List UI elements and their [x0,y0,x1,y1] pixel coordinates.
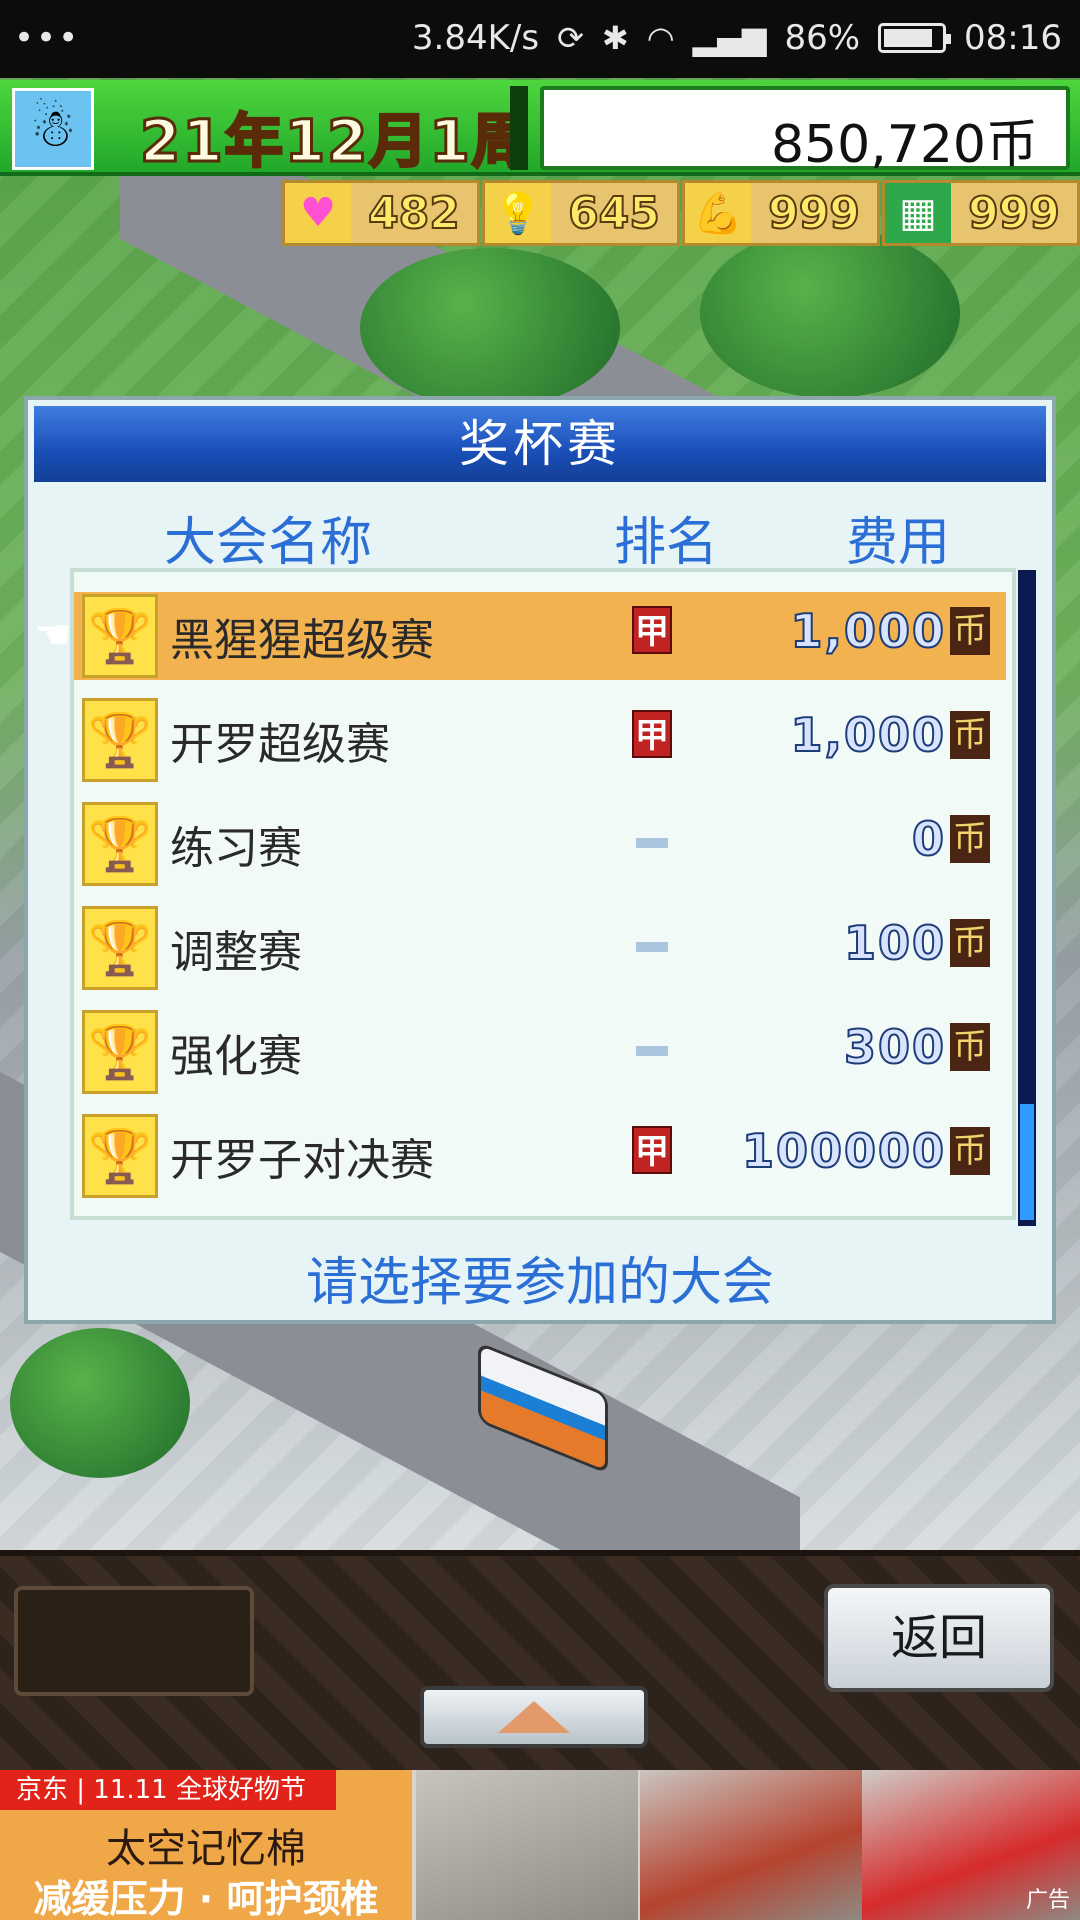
coin-icon: 币 [950,1127,990,1175]
battery-percent: 86% [784,18,861,58]
list-scrollbar[interactable] [1018,570,1036,1226]
trophy-icon: 🏆 [82,1114,158,1198]
rank-dash [630,918,674,974]
signal-icon: ▂▄▆ [692,19,767,57]
selection-hint: 请选择要参加的大会 [305,1253,774,1313]
stats-bar: ♥ 482 💡 645 💪 999 ▦ 999 [282,180,1080,246]
coin-icon: 币 [950,711,990,759]
rank-dash [630,1022,674,1078]
stat-value: 999 [967,187,1061,240]
column-header-name: 大会名称 [164,513,373,573]
heart-icon: ♥ [285,183,351,243]
column-header-rank: 排名 [614,513,719,573]
stat-value: 482 [367,187,461,240]
fee-value: 100 [843,915,946,971]
coin-icon: 币 [950,919,990,967]
clock: 08:16 [964,18,1062,58]
ad-tag: 广告 [1025,1888,1070,1913]
up-arrow-icon [498,1701,570,1733]
tournament-name: 黑猩猩超级赛 [170,615,434,666]
trophy-icon: 🏆 [82,802,158,886]
tournament-name: 开罗超级赛 [170,719,390,770]
fee: 300 币 [843,1019,990,1075]
coin-icon: 币 [950,1023,990,1071]
money-display: 850,720币 [540,86,1070,175]
tournament-row[interactable]: 🏆 开罗子对决赛 甲 100000 币 [74,1112,1006,1200]
menu-dots[interactable]: ••• [14,18,80,58]
column-header-fee: 费用 [846,513,951,573]
tournament-name: 强化赛 [170,1031,302,1082]
tree-cluster [700,228,960,398]
tournament-row[interactable]: 🏆 调整赛 100 币 [74,904,1006,992]
fee: 100000 币 [741,1123,990,1179]
tournament-list: ☛ 🏆 黑猩猩超级赛 甲 1,000 币 🏆 开罗超级赛 甲 1,000 币 🏆… [34,568,1016,1220]
scrollbar-thumb[interactable] [1020,1104,1034,1220]
stat-field: ▦ 999 [882,180,1080,246]
fee-value: 300 [843,1019,946,1075]
rank-badge: 甲 [630,710,674,766]
empty-slot [14,1586,254,1696]
fee-value: 0 [911,811,946,867]
trophy-icon: 🏆 [82,594,158,678]
hud-separator [510,86,528,170]
ad-line-2: 减缓压力 · 呵护颈椎 [33,1877,379,1920]
stat-muscle: 💪 999 [682,180,880,246]
trophy-icon: 🏆 [82,698,158,782]
stat-lightbulb: 💡 645 [482,180,680,246]
stat-value: 999 [767,187,861,240]
bottom-panel: 返回 [0,1550,1080,1770]
top-hud: ☃ 21年12月1周 850,720币 [0,80,1080,177]
tournament-row[interactable]: 🏆 练习赛 0 币 [74,800,1006,888]
ad-image [416,1770,638,1920]
rank-dash [630,814,674,870]
ad-brand: 京东 | 11.11 全球好物节 [0,1770,336,1810]
fee-value: 1,000 [789,603,946,659]
snowman-avatar-icon[interactable]: ☃ [12,88,94,170]
rank-badge: 甲 [630,1126,674,1182]
tournament-row[interactable]: 🏆 强化赛 300 币 [74,1008,1006,1096]
money-value: 850,720币 [770,115,1038,175]
fee: 0 币 [911,811,990,867]
status-bar: ••• 3.84K/s ⟳ ✱ ◠ ▂▄▆ 86% 08:16 [0,0,1080,78]
wifi-icon: ◠ [646,19,675,57]
trophy-icon: 🏆 [82,1010,158,1094]
rotate-icon: ⟳ [557,19,584,57]
fee-value: 1,000 [789,707,946,763]
fee: 1,000 币 [789,603,990,659]
fee-value: 100000 [741,1123,946,1179]
scroll-up-button[interactable] [420,1686,648,1748]
pointing-hand-icon: ☛ [34,610,72,659]
coin-icon: 币 [950,815,990,863]
fee: 100 币 [843,915,990,971]
tournament-dialog: 奖杯赛 大会名称 排名 费用 ☛ 🏆 黑猩猩超级赛 甲 1,000 币 🏆 开罗… [24,396,1056,1324]
back-button[interactable]: 返回 [824,1584,1054,1692]
trophy-icon: 🏆 [82,906,158,990]
muscle-icon: 💪 [685,183,751,243]
ad-banner[interactable]: 京东 | 11.11 全球好物节 太空记忆棉 减缓压力 · 呵护颈椎 广告 [0,1770,1080,1920]
tree-cluster [360,248,620,408]
bluetooth-icon: ✱ [601,19,629,57]
ad-text-panel: 京东 | 11.11 全球好物节 太空记忆棉 减缓压力 · 呵护颈椎 [0,1770,412,1920]
ad-image [640,1770,862,1920]
lightbulb-icon: 💡 [485,183,551,243]
stat-heart: ♥ 482 [282,180,480,246]
battery-icon [878,23,952,53]
coin-icon: 币 [950,607,990,655]
stat-value: 645 [567,187,661,240]
tournament-name: 开罗子对决赛 [170,1135,434,1186]
game-date: 21年12月1周 [139,106,532,177]
network-speed: 3.84K/s [411,18,540,58]
rank-badge: 甲 [630,606,674,662]
tree-cluster [10,1328,190,1478]
tournament-row-selected[interactable]: ☛ 🏆 黑猩猩超级赛 甲 1,000 币 [34,592,1006,680]
ad-line-1: 太空记忆棉 [106,1826,306,1872]
field-icon: ▦ [885,183,951,243]
tournament-name: 调整赛 [170,927,302,978]
tournament-row[interactable]: 🏆 开罗超级赛 甲 1,000 币 [74,696,1006,784]
tournament-name: 练习赛 [170,823,302,874]
dialog-title: 奖杯赛 [34,406,1046,482]
fee: 1,000 币 [789,707,990,763]
